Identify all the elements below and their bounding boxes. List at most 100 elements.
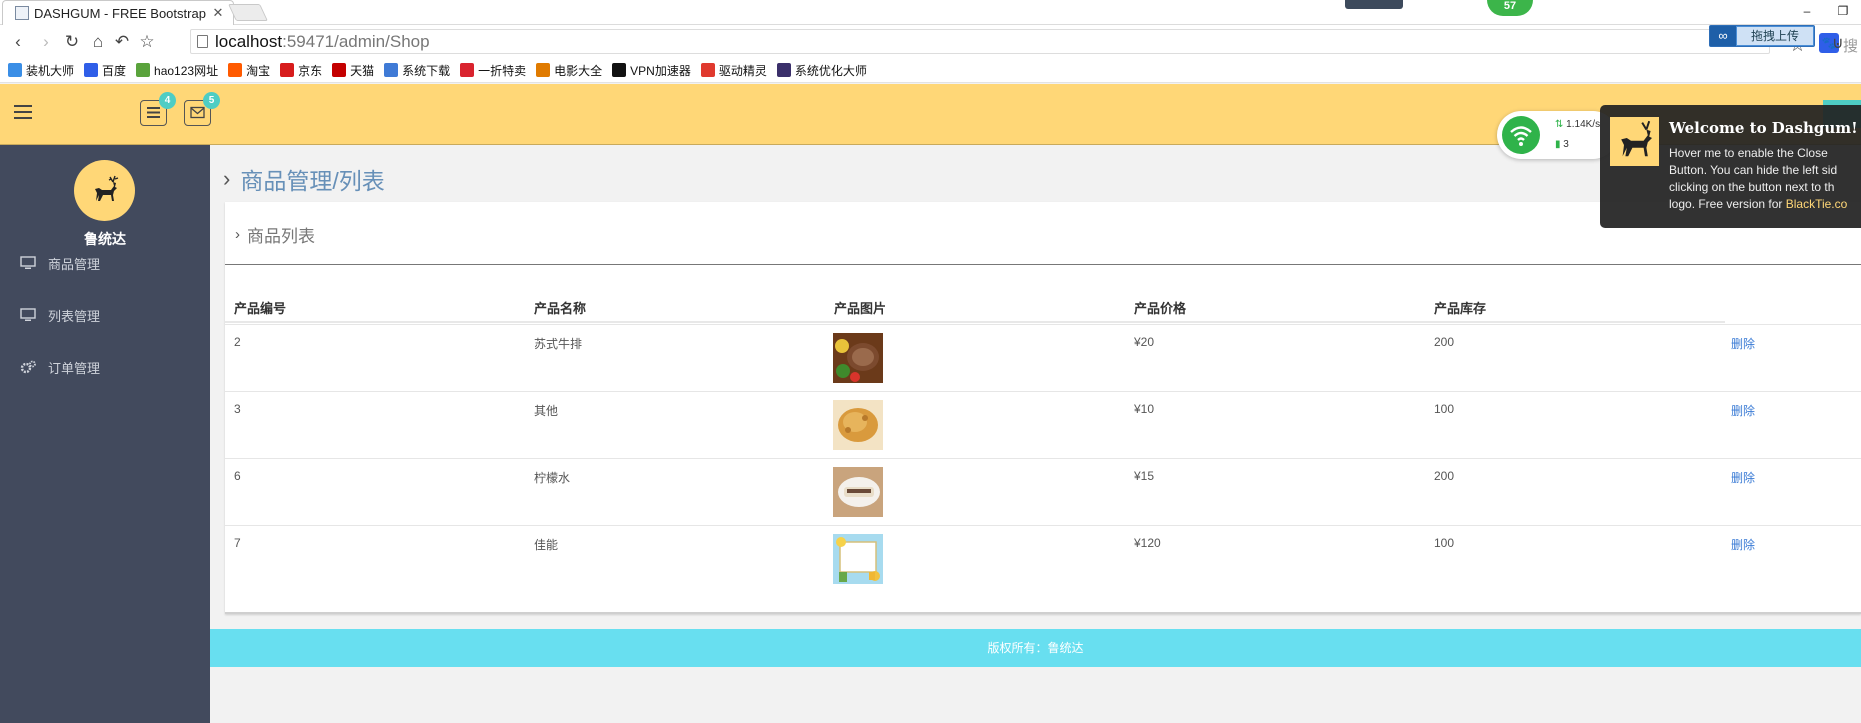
sidebar-item-products[interactable]: 商品管理	[0, 245, 210, 281]
bookmark-label: 京东	[298, 63, 323, 78]
divider	[225, 321, 1725, 323]
page-title-text: 商品管理/列表	[240, 168, 385, 194]
bookmark-icon	[460, 63, 475, 77]
network-speed: ⇅ 1.14K/s	[1555, 119, 1601, 130]
page-favicon-icon	[15, 6, 29, 20]
extension-badge[interactable]: 57	[1487, 0, 1533, 16]
url-field[interactable]: localhost:59471/admin/Shop ☆ 🐾 搜索	[190, 29, 1858, 76]
bookmark-icon	[228, 63, 243, 77]
delete-link[interactable]: 删除	[1731, 402, 1755, 419]
bookmark-label: 天猫	[350, 63, 375, 78]
wifi-icon	[1502, 116, 1540, 154]
bookmark-star-icon[interactable]: ☆	[137, 32, 157, 52]
blacktie-link[interactable]: BlackTie.co	[1786, 197, 1848, 211]
mail-button[interactable]: 5	[184, 92, 220, 126]
bookmark-item[interactable]: 系统下载	[384, 62, 450, 79]
bookmark-icon	[776, 63, 791, 77]
chevron-right-icon: ›	[235, 226, 240, 243]
table-row: 7 佳能 ¥120 100 删除	[225, 525, 1861, 592]
avatar[interactable]	[74, 160, 135, 221]
bookmark-item[interactable]: 电影大全	[536, 62, 602, 79]
network-monitor-widget[interactable]: ⇅ 1.14K/s ▮ 3	[1497, 111, 1617, 159]
monitor-icon	[20, 308, 36, 321]
upload-label: 拖拽上传	[1737, 27, 1813, 45]
bookmark-icon	[700, 63, 715, 77]
browser-tab-bar: DASHGUM - FREE Bootstrap ✕ 57 – ❐	[0, 0, 1861, 25]
bookmark-item[interactable]: 淘宝	[228, 62, 270, 79]
cell-price: ¥10	[1134, 402, 1155, 416]
sidebar-item-label: 商品管理	[48, 256, 101, 272]
notification-text: logo. Free version for	[1669, 197, 1786, 211]
sidebar-item-label: 订单管理	[48, 360, 101, 376]
bookmark-item[interactable]: hao123网址	[136, 62, 218, 79]
sidebar-item-lists[interactable]: 列表管理	[0, 297, 210, 333]
notification-line: logo. Free version for BlackTie.co	[1669, 196, 1861, 213]
network-connections: ▮ 3	[1555, 139, 1569, 150]
delete-link[interactable]: 删除	[1731, 335, 1755, 352]
monitor-icon	[20, 256, 36, 269]
cell-stock: 100	[1434, 402, 1455, 416]
tasks-button[interactable]: 4	[140, 92, 176, 126]
bookmark-item[interactable]: 京东	[280, 62, 322, 79]
minimize-icon[interactable]: –	[1789, 0, 1825, 24]
column-header: 产品图片	[834, 301, 887, 316]
notification-line: clicking on the button next to th	[1669, 180, 1835, 194]
upload-button[interactable]: ∞ 拖拽上传	[1709, 25, 1815, 47]
new-tab-button[interactable]	[228, 4, 268, 21]
table-row: 6 柠檬水 ¥15 200 删除	[225, 458, 1861, 525]
welcome-notification[interactable]: Welcome to Dashgum! Hover me to enable t…	[1600, 105, 1861, 228]
undo-icon[interactable]: ↶	[112, 32, 132, 52]
bookmark-label: 淘宝	[246, 63, 271, 78]
back-icon[interactable]: ‹	[8, 32, 28, 52]
notification-line: Hover me to enable the Close	[1669, 146, 1828, 160]
cell-id: 6	[234, 469, 241, 483]
divider	[225, 264, 1861, 265]
column-header: 产品名称	[534, 301, 587, 316]
bookmark-item[interactable]: 驱动精灵	[700, 62, 767, 79]
basket-icon[interactable]: ⊍	[1832, 33, 1844, 53]
deer-icon	[95, 175, 119, 201]
notification-line: Button. You can hide the left sid	[1669, 163, 1838, 177]
cell-stock: 200	[1434, 469, 1455, 483]
cell-price: ¥20	[1134, 335, 1155, 349]
delete-link[interactable]: 删除	[1731, 536, 1755, 553]
bookmark-label: 驱动精灵	[718, 63, 767, 78]
extension-icon[interactable]	[1345, 0, 1403, 9]
page-title: › 商品管理/列表	[223, 162, 385, 196]
network-speed-value: 1.14K/s	[1566, 119, 1601, 130]
browser-tab[interactable]: DASHGUM - FREE Bootstrap ✕	[2, 0, 234, 25]
bookmark-icon	[136, 63, 151, 77]
cell-name: 柠檬水	[534, 471, 571, 485]
tasks-badge: 4	[159, 92, 176, 109]
menu-toggle-icon[interactable]	[14, 105, 32, 121]
restore-icon[interactable]: ❐	[1825, 0, 1861, 24]
cell-price: ¥15	[1134, 469, 1155, 483]
bookmark-item[interactable]: 装机大师	[8, 62, 74, 79]
reload-icon[interactable]: ↻	[62, 32, 82, 52]
cloud-icon: ∞	[1710, 26, 1736, 46]
bookmark-item[interactable]: 系统优化大师	[776, 62, 867, 79]
forward-icon[interactable]: ›	[36, 32, 56, 52]
bookmark-item[interactable]: 天猫	[332, 62, 374, 79]
cogs-icon	[20, 360, 36, 374]
cell-stock: 200	[1434, 335, 1455, 349]
window-controls: – ❐	[1789, 0, 1861, 24]
delete-link[interactable]: 删除	[1731, 469, 1755, 486]
steak-image	[833, 333, 883, 383]
fried-chicken-image	[833, 400, 883, 450]
sidebar: 鲁统达 商品管理 列表管理 订单管理	[0, 145, 210, 723]
bookmark-label: 一折特卖	[478, 63, 527, 78]
cell-id: 3	[234, 402, 241, 416]
sidebar-item-orders[interactable]: 订单管理	[0, 349, 210, 385]
bookmarks-bar: 装机大师 百度 hao123网址 淘宝 京东 天猫 系统下载 一折特卖 电影大全 VPN加速器 驱动…	[0, 58, 1861, 83]
address-bar: ‹ › ↻ ⌂ ↶ ☆ localhost:59471/admin/Shop ☆…	[0, 25, 1861, 76]
cell-stock: 100	[1434, 536, 1455, 550]
home-icon[interactable]: ⌂	[88, 32, 108, 52]
bookmark-item[interactable]: VPN加速器	[612, 62, 691, 79]
bookmark-item[interactable]: 百度	[84, 62, 126, 79]
envelope-icon	[190, 106, 205, 119]
bookmark-item[interactable]: 一折特卖	[460, 62, 526, 79]
close-tab-icon[interactable]: ✕	[211, 5, 225, 21]
footer: 版权所有：鲁统达	[210, 629, 1861, 667]
table-row: 2 苏式牛排 ¥20 200 删除	[225, 324, 1861, 391]
